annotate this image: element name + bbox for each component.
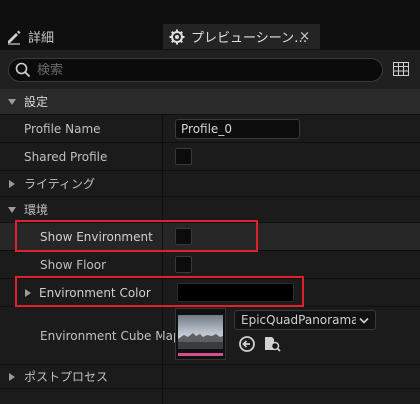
section-post-process-label: ポストプロセス [24, 370, 109, 384]
empty-area [0, 388, 420, 404]
search-input[interactable] [37, 62, 357, 78]
section-post-process[interactable]: ポストプロセス [0, 364, 420, 388]
collapse-arrow-icon [9, 372, 15, 381]
gear-icon [169, 29, 185, 44]
environment-color-label: Environment Color [39, 285, 151, 300]
panorama-preview-image [176, 309, 225, 359]
environment-cube-map-label: Environment Cube Map [40, 328, 181, 343]
section-environment-label: 環境 [24, 203, 49, 217]
tab-details-label: 詳細 [28, 31, 55, 46]
show-environment-label: Show Environment [40, 229, 153, 244]
property-row-shared-profile: Shared Profile [0, 142, 420, 170]
shared-profile-checkbox[interactable] [175, 148, 192, 165]
cube-map-thumbnail[interactable] [175, 308, 226, 360]
collapse-arrow-icon [9, 179, 15, 188]
section-lighting[interactable]: ライティング [0, 170, 420, 196]
section-settings-label: 設定 [24, 95, 49, 109]
tab-preview-label: プレビューシーン… [191, 31, 308, 46]
property-row-show-floor: Show Floor [0, 250, 420, 278]
shared-profile-label: Shared Profile [24, 149, 108, 164]
show-environment-checkbox[interactable] [175, 228, 192, 245]
browse-asset-icon[interactable] [263, 335, 281, 353]
expand-arrow-icon [8, 98, 16, 105]
tab-preview-scene[interactable]: プレビューシーン… × [163, 24, 320, 49]
profile-name-label: Profile Name [24, 121, 101, 136]
table-view-icon[interactable] [393, 62, 409, 76]
tab-details[interactable]: 詳細 [0, 24, 160, 49]
show-floor-label: Show Floor [40, 257, 107, 272]
property-row-profile-name: Profile Name Profile_0 [0, 114, 420, 142]
close-tab-button[interactable]: × [299, 29, 310, 44]
profile-name-input[interactable]: Profile_0 [175, 119, 300, 139]
section-environment[interactable]: 環境 [0, 196, 420, 222]
expand-arrow-icon[interactable] [25, 288, 31, 297]
cube-map-asset-dropdown[interactable]: EpicQuadPanorama_C [234, 310, 376, 330]
environment-color-swatch[interactable] [177, 283, 294, 302]
use-selected-asset-icon[interactable] [238, 335, 256, 353]
search-icon [15, 62, 31, 78]
section-lighting-label: ライティング [24, 177, 96, 191]
property-row-show-environment: Show Environment [0, 222, 420, 250]
search-bar [0, 50, 420, 89]
search-box [8, 58, 383, 82]
cube-map-asset-name: EpicQuadPanorama_C [241, 313, 356, 327]
section-settings[interactable]: 設定 [0, 89, 420, 114]
expand-arrow-icon [8, 206, 16, 213]
tab-bar: 詳細 プレビューシーン… × [0, 0, 420, 50]
show-floor-checkbox[interactable] [175, 256, 192, 273]
chevron-down-icon [359, 317, 369, 324]
property-row-environment-color: Environment Color [0, 278, 420, 306]
pencil-icon [8, 30, 21, 45]
